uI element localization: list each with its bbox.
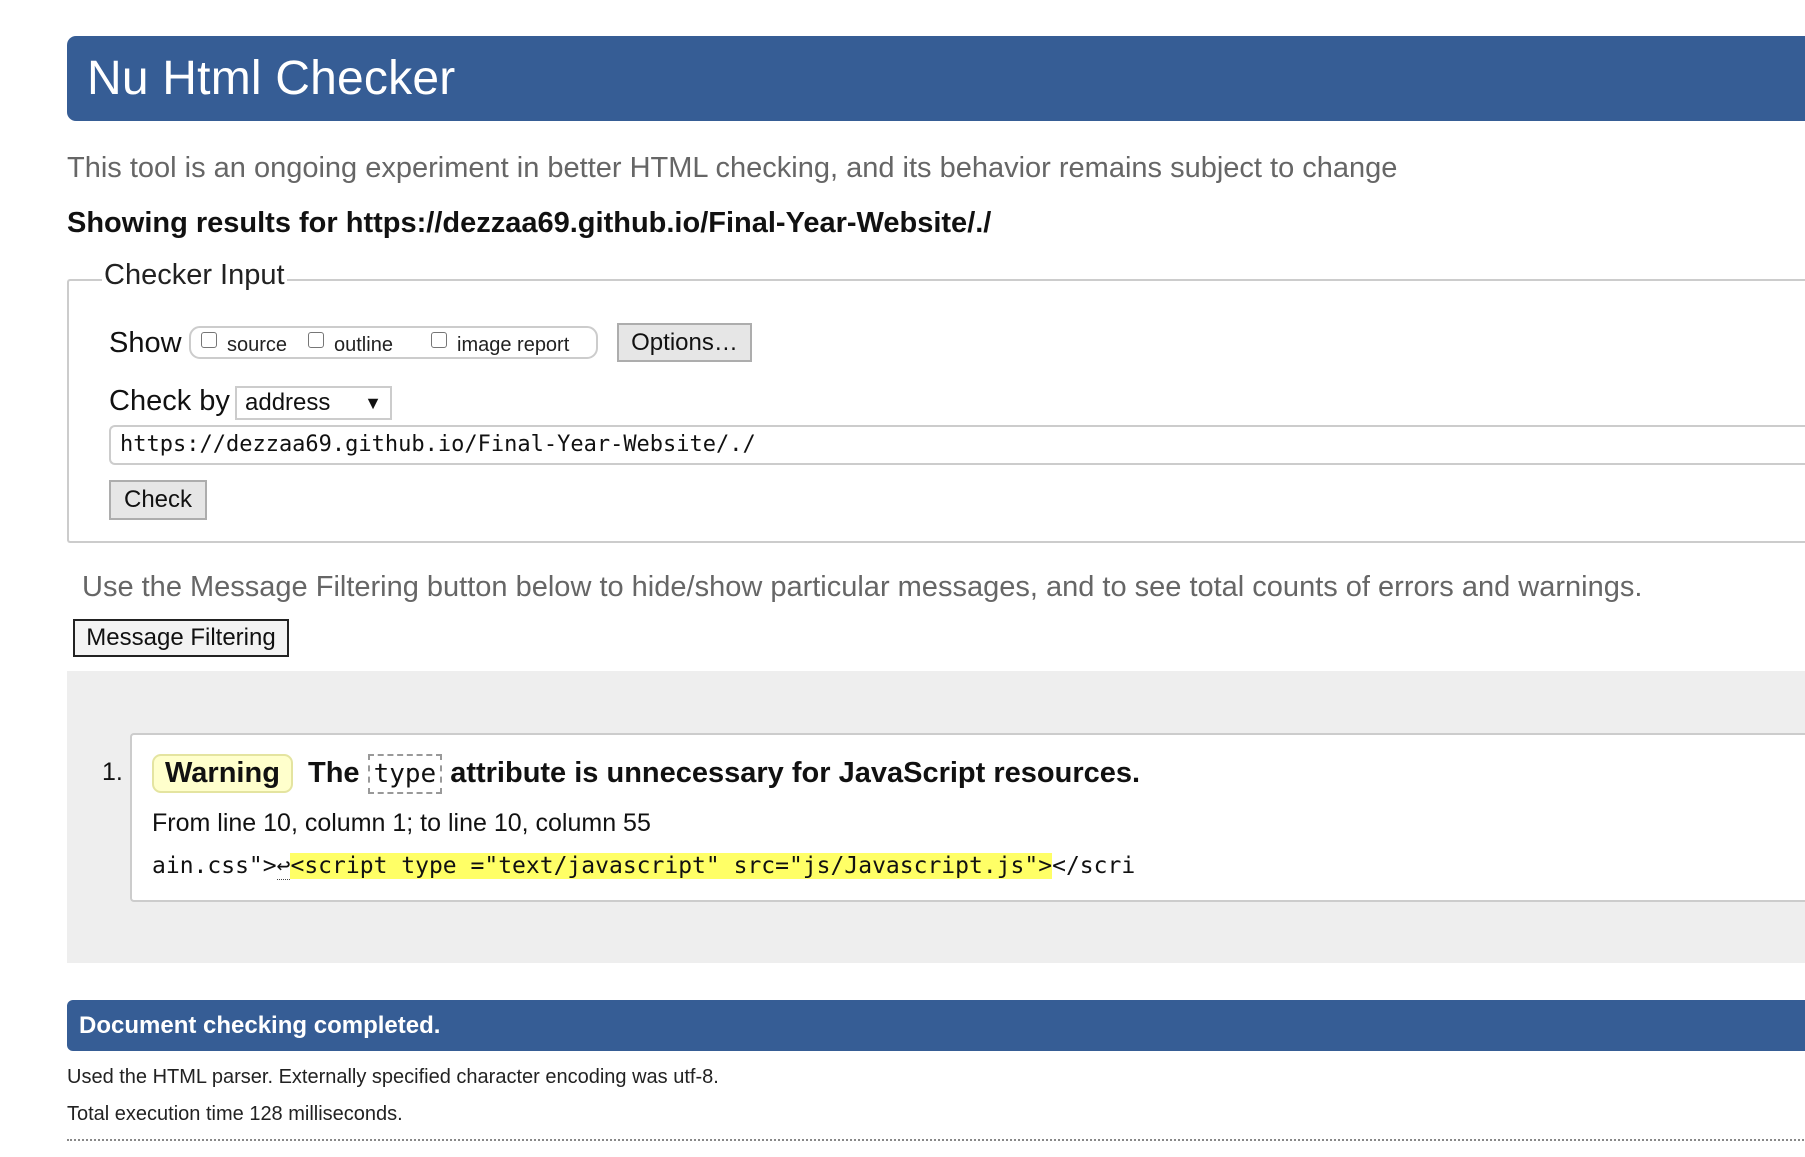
show-outline-option[interactable]: outline: [308, 330, 393, 356]
checker-input-fieldset: Checker Input Show source outline image …: [67, 259, 1805, 543]
message-filtering-info: Use the Message Filtering button below t…: [82, 571, 1643, 603]
extract-highlight: <script type ="text/javascript" src="js/…: [290, 853, 1053, 879]
message-filtering-button[interactable]: Message Filtering: [73, 619, 289, 657]
check-button[interactable]: Check: [109, 480, 207, 520]
image-report-checkbox[interactable]: [431, 331, 447, 348]
dropdown-arrow-icon[interactable]: ▼: [364, 388, 382, 418]
results-list: 1. Warning The type attribute is unneces…: [67, 671, 1805, 963]
extract-after: </scri: [1052, 853, 1136, 879]
url-input[interactable]: https://dezzaa69.github.io/Final-Year-We…: [109, 425, 1805, 465]
page-title: Nu Html Checker: [87, 52, 456, 105]
header-banner: Nu Html Checker: [67, 36, 1805, 121]
source-checkbox-label[interactable]: source: [227, 334, 287, 357]
outline-checkbox[interactable]: [308, 331, 324, 348]
message-text: The type attribute is unnecessary for Ja…: [308, 752, 1140, 795]
divider: [67, 1139, 1805, 1141]
show-source-option[interactable]: source: [201, 330, 287, 356]
parser-info: Used the HTML parser. Externally specifi…: [67, 1066, 719, 1088]
show-options-group: source outline image report: [189, 326, 598, 359]
tagline: This tool is an ongoing experiment in be…: [67, 152, 1398, 184]
message-code-token: type: [367, 753, 443, 794]
message-extract: ain.css">↩<script type ="text/javascript…: [152, 851, 1135, 881]
image-report-checkbox-label[interactable]: image report: [457, 334, 569, 357]
results-heading: Showing results for https://dezzaa69.git…: [67, 207, 992, 239]
message-text-after: attribute is unnecessary for JavaScript …: [450, 757, 1141, 789]
check-by-selected-value[interactable]: address: [245, 389, 330, 416]
message-text-before: The: [308, 757, 360, 789]
extract-before: ain.css">: [152, 853, 277, 879]
completion-title: Document checking completed.: [79, 1012, 441, 1039]
message-location[interactable]: From line 10, column 1; to line 10, colu…: [152, 809, 651, 838]
warning-badge: Warning: [152, 754, 293, 793]
check-by-label: Check by: [109, 385, 230, 417]
message-item: Warning The type attribute is unnecessar…: [130, 733, 1805, 902]
completion-bar: Document checking completed.: [67, 1000, 1805, 1051]
outline-checkbox-label[interactable]: outline: [334, 334, 393, 357]
execution-time: Total execution time 128 milliseconds.: [67, 1103, 403, 1125]
show-image-report-option[interactable]: image report: [431, 330, 569, 356]
checker-input-legend: Checker Input: [102, 259, 287, 292]
show-label: Show: [109, 327, 182, 359]
options-button[interactable]: Options…: [617, 323, 752, 362]
line-feed-icon: ↩: [276, 853, 291, 880]
check-by-select[interactable]: address ▼: [235, 386, 392, 420]
source-checkbox[interactable]: [201, 331, 217, 348]
message-number: 1.: [102, 758, 123, 786]
